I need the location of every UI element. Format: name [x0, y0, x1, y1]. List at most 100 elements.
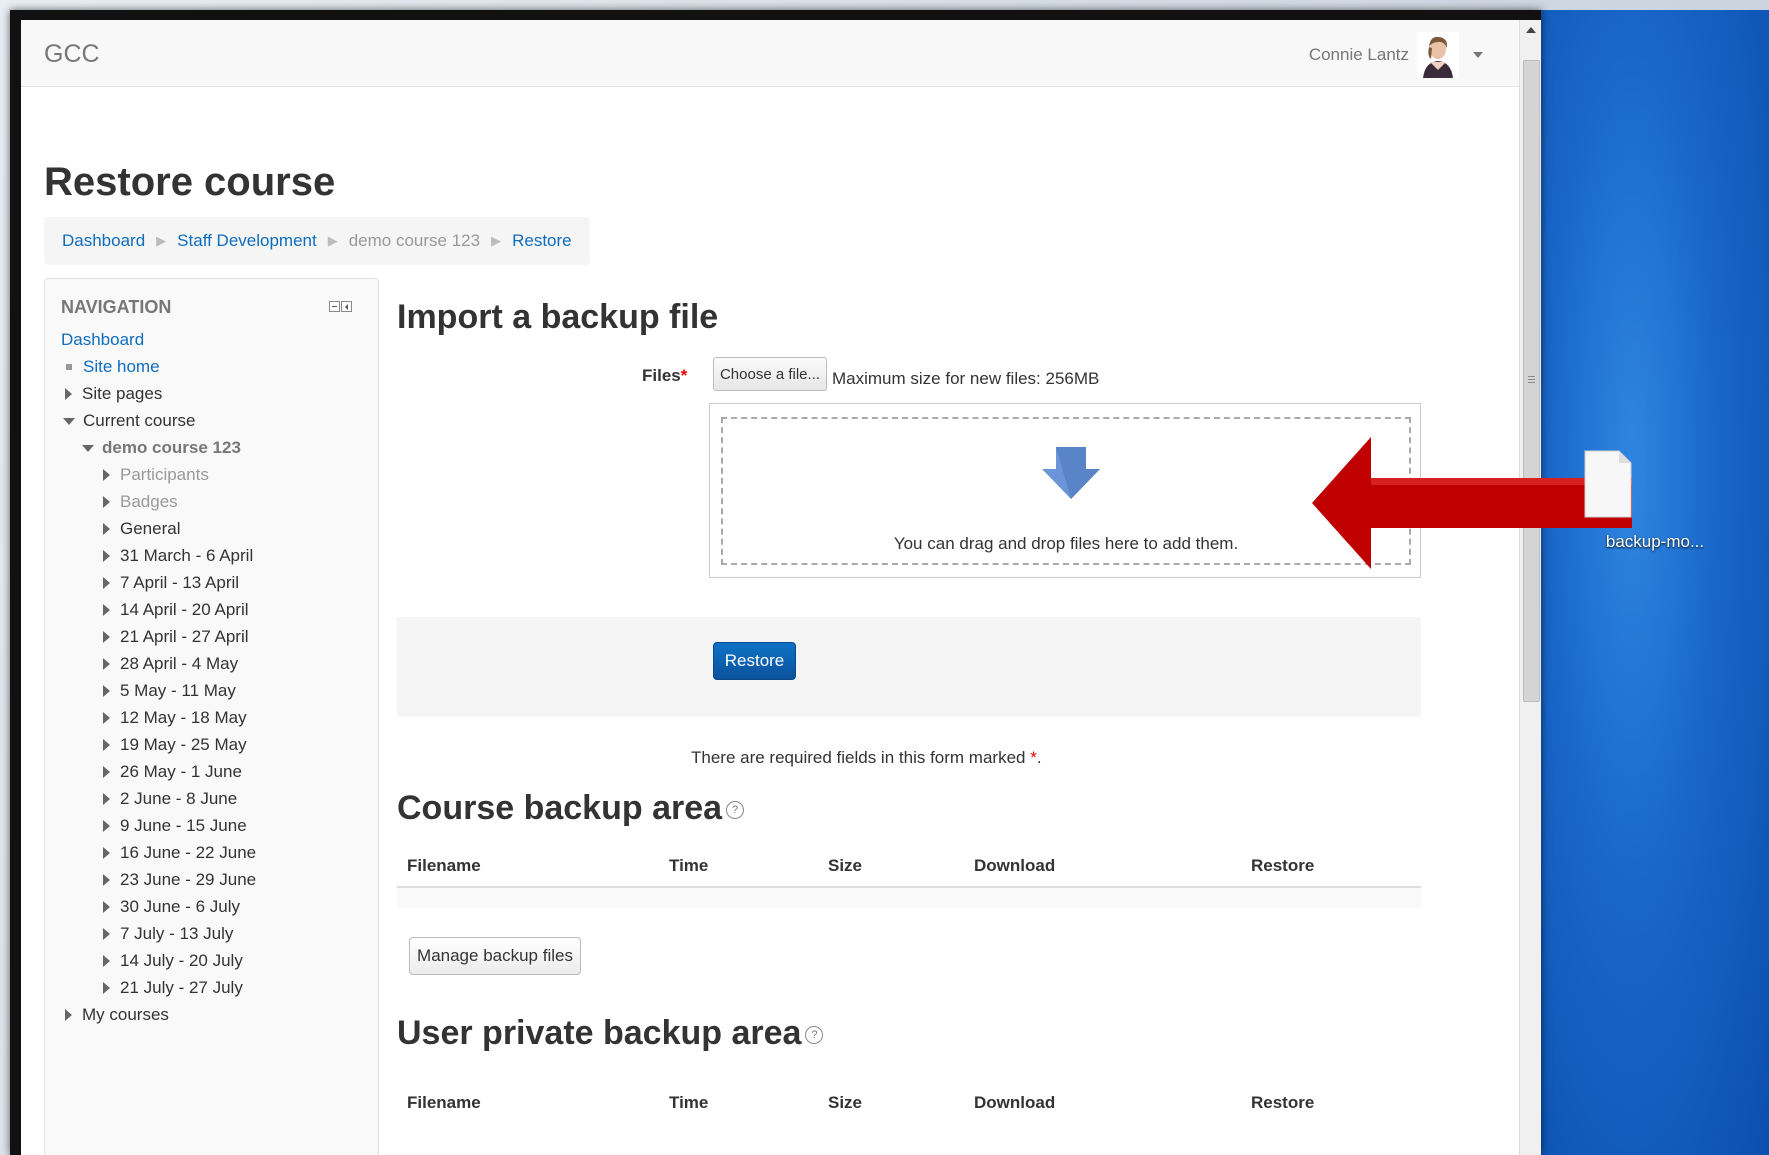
nav-item-week[interactable]: 5 May - 11 May	[103, 678, 236, 704]
nav-item-general[interactable]: General	[103, 516, 180, 542]
site-brand[interactable]: GCC	[44, 40, 100, 69]
nav-item-week[interactable]: 26 May - 1 June	[103, 759, 242, 785]
table-empty-row	[397, 888, 1421, 908]
breadcrumb-separator-icon: ▶	[156, 233, 167, 248]
course-backup-heading: Course backup area?	[397, 789, 745, 828]
nav-item-week[interactable]: 21 April - 27 April	[103, 624, 249, 650]
block-controls	[329, 301, 352, 312]
import-heading: Import a backup file	[397, 298, 719, 336]
user-backup-table-header: Filename Time Size Download Restore	[397, 1083, 1421, 1123]
breadcrumb-staff-development[interactable]: Staff Development	[177, 231, 317, 251]
breadcrumb-restore[interactable]: Restore	[512, 231, 572, 251]
expand-icon	[103, 496, 110, 508]
nav-item-week[interactable]: 14 July - 20 July	[103, 948, 243, 974]
browser-window: GCC Connie Lantz Restore course Dashboar…	[10, 10, 1541, 1155]
dock-icon[interactable]	[341, 301, 352, 312]
nav-item-week[interactable]: 2 June - 8 June	[103, 786, 237, 812]
expand-icon	[103, 874, 110, 886]
nav-item-label: Site pages	[82, 384, 163, 403]
nav-item-dashboard[interactable]: Dashboard	[61, 327, 144, 353]
breadcrumb-separator-icon: ▶	[491, 233, 502, 248]
bullet-icon	[66, 364, 72, 370]
expand-icon	[103, 955, 110, 967]
nav-item-participants[interactable]: Participants	[103, 462, 209, 488]
nav-item-label: 21 July - 27 July	[120, 978, 243, 997]
nav-item-week[interactable]: 21 July - 27 July	[103, 975, 243, 1001]
desktop-wallpaper	[1541, 10, 1769, 1155]
nav-item-week[interactable]: 12 May - 18 May	[103, 705, 247, 731]
chevron-down-icon[interactable]	[1473, 52, 1483, 58]
nav-item-label: 7 July - 13 July	[120, 924, 234, 943]
nav-item-label: 30 June - 6 July	[120, 897, 241, 916]
required-note-text: There are required fields in this form m…	[691, 748, 1026, 767]
grip-icon	[1528, 376, 1535, 385]
nav-item-label: My courses	[82, 1005, 169, 1024]
manage-backup-files-button[interactable]: Manage backup files	[409, 937, 581, 975]
nav-item-week[interactable]: 30 June - 6 July	[103, 894, 240, 920]
nav-item-badges[interactable]: Badges	[103, 489, 178, 515]
breadcrumb-course: demo course 123	[348, 231, 481, 250]
nav-item-week[interactable]: 7 April - 13 April	[103, 570, 239, 596]
scroll-up-button[interactable]	[1520, 20, 1541, 40]
nav-item-week[interactable]: 9 June - 15 June	[103, 813, 247, 839]
scroll-thumb[interactable]	[1523, 60, 1540, 702]
avatar[interactable]	[1417, 32, 1459, 78]
column-restore: Restore	[1251, 1093, 1315, 1112]
nav-item-my-courses[interactable]: My courses	[65, 1002, 169, 1028]
breadcrumb-separator-icon: ▶	[327, 233, 338, 248]
download-arrow-icon	[1042, 447, 1100, 499]
nav-item-week[interactable]: 16 June - 22 June	[103, 840, 256, 866]
breadcrumb-dashboard[interactable]: Dashboard	[62, 231, 145, 251]
nav-item-label: 7 April - 13 April	[120, 573, 240, 592]
expand-icon	[103, 658, 110, 670]
nav-item-label: 12 May - 18 May	[120, 708, 247, 727]
collapse-icon[interactable]	[329, 301, 340, 312]
nav-item-week[interactable]: 28 April - 4 May	[103, 651, 238, 677]
expand-icon	[103, 793, 110, 805]
nav-item-demo-course[interactable]: demo course 123	[82, 435, 241, 461]
nav-item-week[interactable]: 14 April - 20 April	[103, 597, 249, 623]
help-icon[interactable]: ?	[726, 801, 745, 820]
navigation-title: NAVIGATION	[61, 297, 172, 317]
nav-item-label: 21 April - 27 April	[120, 627, 249, 646]
required-fields-note: There are required fields in this form m…	[691, 748, 1042, 768]
help-icon[interactable]: ?	[805, 1026, 824, 1045]
nav-item-week[interactable]: 7 July - 13 July	[103, 921, 233, 947]
vertical-scrollbar[interactable]	[1519, 20, 1541, 1155]
nav-item-label: 28 April - 4 May	[120, 654, 239, 673]
nav-item-label: 31 March - 6 April	[120, 546, 254, 565]
nav-item-site-home[interactable]: Site home	[63, 354, 160, 380]
column-time: Time	[669, 856, 709, 875]
desktop-file-label[interactable]: backup-mo...	[1541, 532, 1769, 552]
user-menu[interactable]: Connie Lantz	[1309, 30, 1483, 80]
nav-item-label: 26 May - 1 June	[120, 762, 242, 781]
expand-icon	[65, 388, 72, 400]
arrow-up-icon	[1525, 27, 1536, 33]
expand-icon	[103, 712, 110, 724]
nav-item-current-course[interactable]: Current course	[63, 408, 195, 434]
required-marker: *	[680, 366, 688, 385]
nav-item-label: 2 June - 8 June	[120, 789, 238, 808]
nav-item-label: 14 April - 20 April	[120, 600, 249, 619]
expand-icon	[103, 577, 110, 589]
nav-item-week[interactable]: 23 June - 29 June	[103, 867, 256, 893]
nav-item-label: General	[120, 519, 181, 538]
course-backup-title: Course backup area	[397, 789, 723, 827]
column-download: Download	[974, 1093, 1056, 1112]
files-label: Files*	[642, 366, 687, 386]
nav-item-week[interactable]: 31 March - 6 April	[103, 543, 253, 569]
required-note-end: .	[1036, 748, 1042, 767]
file-icon[interactable]	[1583, 449, 1633, 519]
nav-item-site-pages[interactable]: Site pages	[65, 381, 162, 407]
course-backup-table-header: Filename Time Size Download Restore	[397, 846, 1421, 886]
choose-file-button[interactable]: Choose a file...	[713, 357, 827, 391]
expand-icon	[103, 631, 110, 643]
nav-item-week[interactable]: 19 May - 25 May	[103, 732, 247, 758]
drop-zone[interactable]: You can drag and drop files here to add …	[721, 417, 1411, 565]
expand-icon	[103, 469, 110, 481]
nav-item-label: Current course	[83, 411, 196, 430]
restore-button[interactable]: Restore	[713, 642, 796, 680]
nav-item-label: Badges	[120, 492, 178, 511]
collapse-tree-icon	[82, 444, 94, 452]
user-name[interactable]: Connie Lantz	[1309, 45, 1409, 65]
